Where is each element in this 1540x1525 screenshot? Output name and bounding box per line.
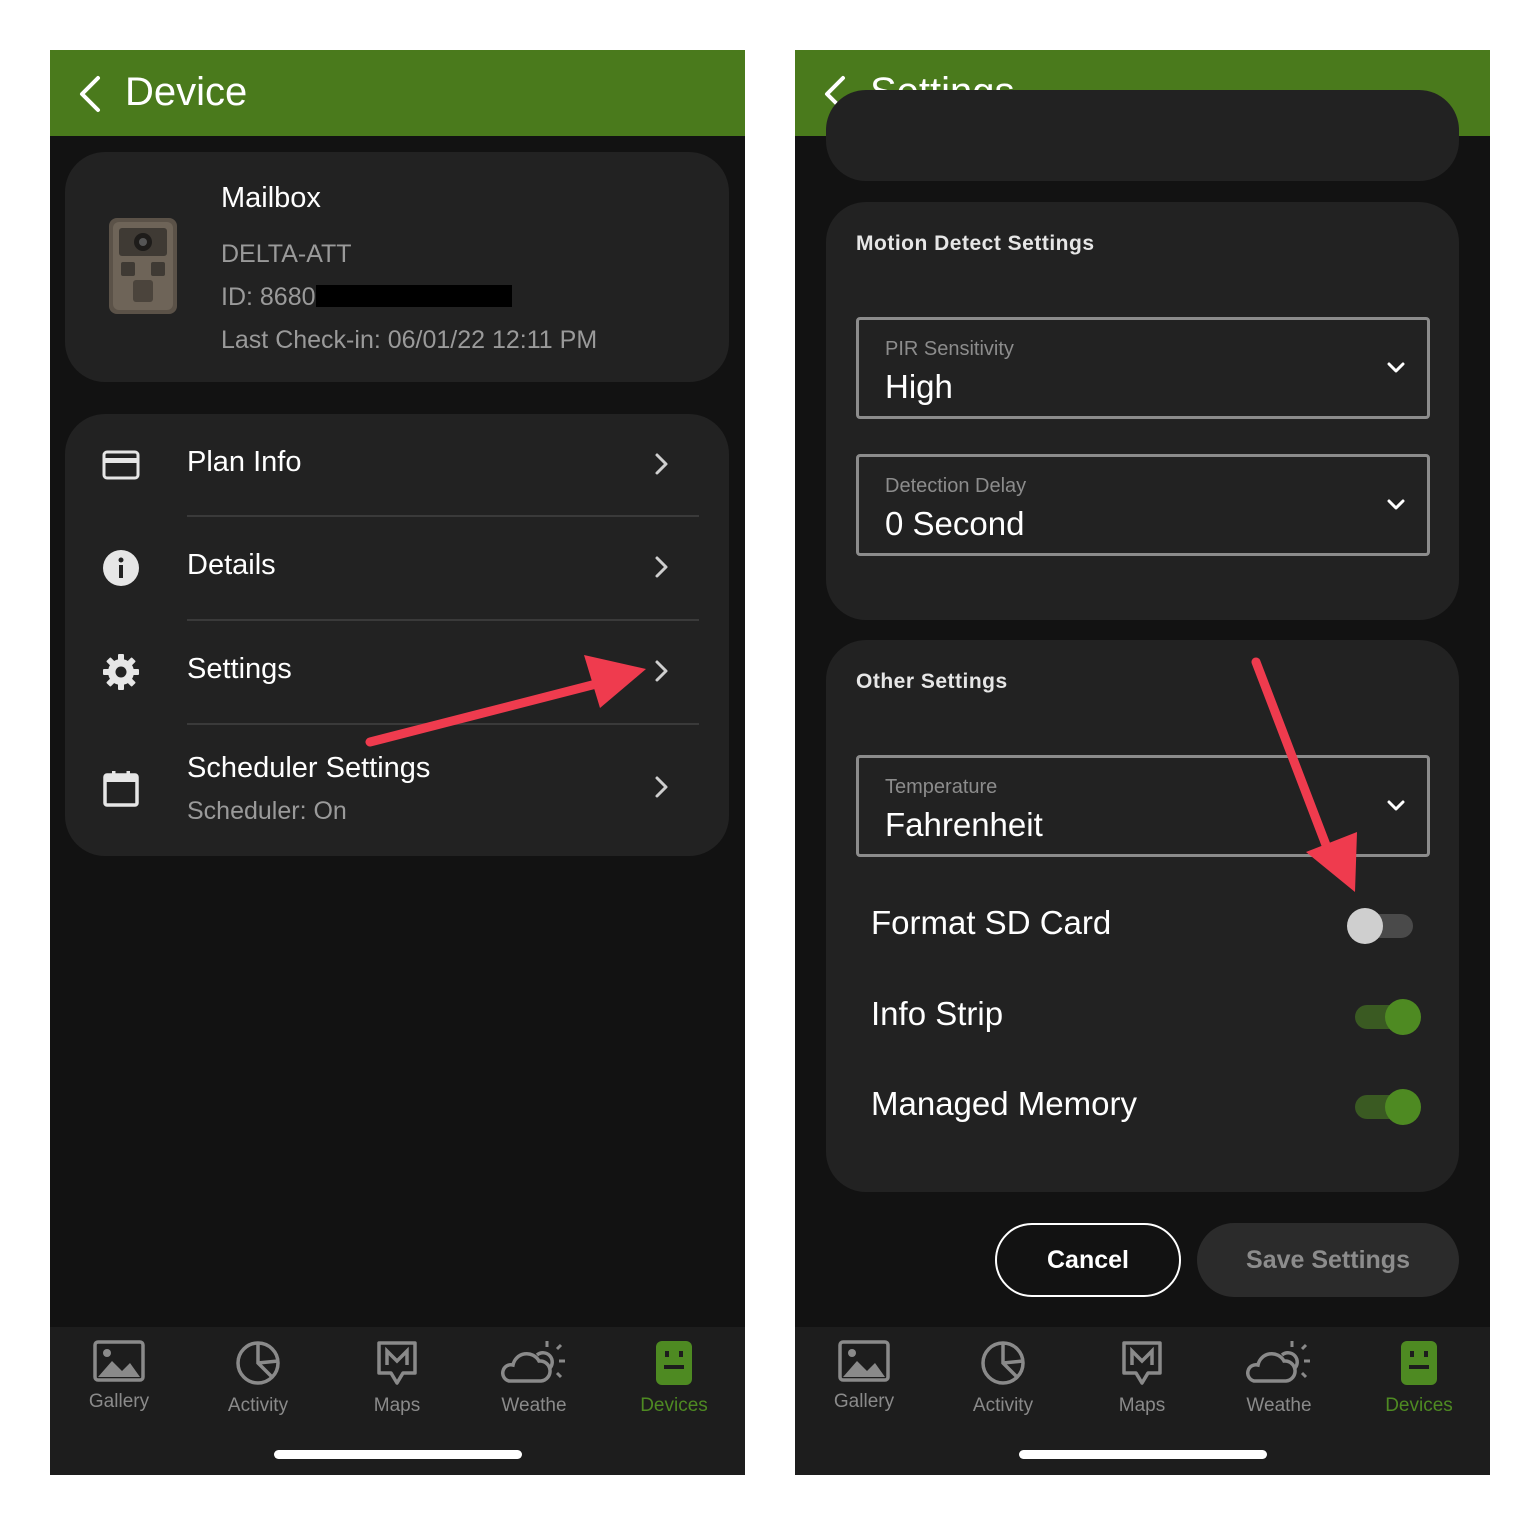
- save-settings-button[interactable]: Save Settings: [1197, 1223, 1459, 1297]
- tab-weather[interactable]: Weathe: [1229, 1339, 1329, 1429]
- tab-activity[interactable]: Activity: [953, 1339, 1053, 1429]
- pie-chart-icon: [236, 1341, 280, 1385]
- map-icon: [1122, 1341, 1162, 1385]
- device-id: ID: 8680: [221, 283, 316, 311]
- previous-card-bottom: [826, 90, 1459, 181]
- menu-item-details[interactable]: Details: [65, 517, 729, 619]
- tab-weather[interactable]: Weathe: [484, 1339, 584, 1429]
- tab-label: Gallery: [833, 1391, 895, 1412]
- camera-device-icon: [656, 1341, 692, 1385]
- tab-label: Devices: [1385, 1395, 1453, 1416]
- motion-detect-card: Motion Detect Settings PIR Sensitivity H…: [826, 202, 1459, 620]
- device-menu: Plan Info Details Settings Scheduler Set…: [65, 414, 729, 856]
- credit-card-icon: [102, 450, 140, 480]
- cancel-button[interactable]: Cancel: [995, 1223, 1181, 1297]
- toggle-knob: [1347, 908, 1383, 944]
- camera-device-icon: [1401, 1341, 1437, 1385]
- chevron-right-icon: [655, 660, 668, 682]
- weather-icon: [1246, 1341, 1310, 1383]
- tab-maps[interactable]: Maps: [347, 1339, 447, 1429]
- tab-label: Weathe: [501, 1395, 567, 1416]
- chevron-left-icon[interactable]: [76, 72, 106, 116]
- format-sd-card-row: Format SD Card: [871, 894, 1431, 954]
- tab-label: Activity: [972, 1395, 1034, 1416]
- scheduler-status: Scheduler: On: [187, 797, 347, 825]
- select-value: High: [885, 368, 953, 405]
- menu-item-label: Details: [187, 549, 276, 581]
- device-card[interactable]: Mailbox DELTA-ATT ID: 8680 Last Check-in…: [65, 152, 729, 382]
- bottom-tab-bar: Gallery Activity Maps Weathe Devices: [50, 1327, 745, 1475]
- info-strip-row: Info Strip: [871, 985, 1431, 1045]
- tab-label: Devices: [640, 1395, 708, 1416]
- header-bar: Device: [50, 50, 745, 136]
- chevron-down-icon: [1387, 499, 1405, 510]
- chevron-right-icon: [655, 453, 668, 475]
- settings-screen: Settings Motion Detect Settings PIR Sens…: [795, 50, 1490, 1475]
- toggle-knob: [1385, 1089, 1421, 1125]
- image-icon: [838, 1340, 890, 1382]
- redaction-bar: [316, 285, 512, 307]
- menu-item-label: Scheduler Settings: [187, 752, 431, 784]
- select-label: PIR Sensitivity: [885, 338, 1014, 360]
- tab-label: Weathe: [1246, 1395, 1312, 1416]
- calendar-icon: [103, 771, 139, 807]
- tab-label: Gallery: [88, 1391, 150, 1412]
- tab-devices[interactable]: Devices: [624, 1339, 724, 1429]
- toggle-label: Format SD Card: [871, 904, 1112, 941]
- device-name: Mailbox: [221, 182, 321, 214]
- pie-chart-icon: [981, 1341, 1025, 1385]
- section-title: Motion Detect Settings: [856, 232, 1095, 255]
- pir-sensitivity-select[interactable]: PIR Sensitivity High: [856, 317, 1430, 419]
- toggle-label: Managed Memory: [871, 1085, 1137, 1122]
- detection-delay-select[interactable]: Detection Delay 0 Second: [856, 454, 1430, 556]
- trail-camera-image: [109, 218, 177, 314]
- toggle-knob: [1385, 999, 1421, 1035]
- tab-maps[interactable]: Maps: [1092, 1339, 1192, 1429]
- home-indicator: [1019, 1450, 1267, 1459]
- info-icon: [103, 550, 139, 586]
- info-strip-toggle[interactable]: [1351, 999, 1421, 1035]
- map-icon: [377, 1341, 417, 1385]
- device-model: DELTA-ATT: [221, 240, 352, 268]
- device-screen: Device Mailbox DELTA-ATT ID: 8680 Last C…: [50, 50, 745, 1475]
- select-value: Fahrenheit: [885, 806, 1043, 843]
- chevron-right-icon: [655, 776, 668, 798]
- menu-item-plan-info[interactable]: Plan Info: [65, 414, 729, 516]
- select-label: Detection Delay: [885, 475, 1027, 497]
- chevron-right-icon: [655, 556, 668, 578]
- tab-label: Activity: [227, 1395, 289, 1416]
- other-settings-card: Other Settings Temperature Fahrenheit Fo…: [826, 640, 1459, 1192]
- tab-gallery[interactable]: Gallery: [69, 1339, 169, 1429]
- tab-gallery[interactable]: Gallery: [814, 1339, 914, 1429]
- home-indicator: [274, 1450, 522, 1459]
- menu-item-label: Plan Info: [187, 446, 302, 478]
- toggle-label: Info Strip: [871, 995, 1004, 1032]
- managed-memory-row: Managed Memory: [871, 1075, 1431, 1135]
- chevron-down-icon: [1387, 800, 1405, 811]
- tab-label: Maps: [373, 1395, 421, 1416]
- section-title: Other Settings: [856, 670, 1008, 693]
- gear-icon: [103, 654, 139, 690]
- temperature-select[interactable]: Temperature Fahrenheit: [856, 755, 1430, 857]
- menu-item-settings[interactable]: Settings: [65, 621, 729, 723]
- select-label: Temperature: [885, 776, 998, 798]
- select-value: 0 Second: [885, 505, 1025, 542]
- menu-item-label: Settings: [187, 653, 292, 685]
- page-title: Device: [125, 70, 248, 114]
- weather-icon: [501, 1341, 565, 1383]
- menu-item-scheduler-settings[interactable]: Scheduler Settings Scheduler: On: [65, 725, 729, 856]
- last-checkin: Last Check-in: 06/01/22 12:11 PM: [221, 326, 598, 354]
- bottom-tab-bar: Gallery Activity Maps Weathe Devices: [795, 1327, 1490, 1475]
- tab-label: Maps: [1118, 1395, 1166, 1416]
- format-sd-card-toggle[interactable]: [1347, 908, 1417, 944]
- chevron-down-icon: [1387, 362, 1405, 373]
- managed-memory-toggle[interactable]: [1351, 1089, 1421, 1125]
- image-icon: [93, 1340, 145, 1382]
- tab-activity[interactable]: Activity: [208, 1339, 308, 1429]
- tab-devices[interactable]: Devices: [1369, 1339, 1469, 1429]
